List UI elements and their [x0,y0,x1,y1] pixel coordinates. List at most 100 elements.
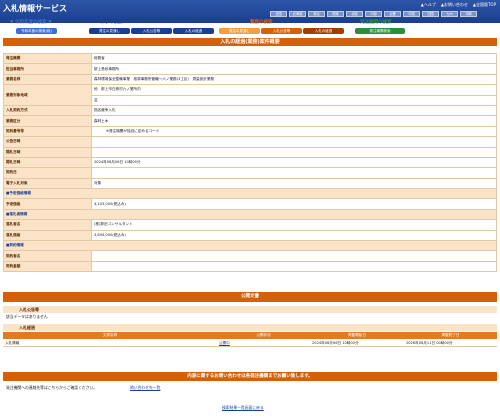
field-row: 発注機関 総務省 [3,52,497,65]
field-label: 担当事務所 [3,63,92,75]
contact-text: 発注機関への連絡先等はこちらからご確認ください。 [6,385,98,390]
field-row: 契約金額 [3,260,497,273]
doc-end: 2026年06月11日 00時00分 [406,341,453,345]
field-row: 業務対象地域他 那上市白鳥村六ノ業所内 [3,84,497,106]
field-label: 入札契約方式 [3,104,92,117]
field-value: 3,894,000(税込み) [91,229,497,242]
field-value [91,136,497,148]
field-row: 落札者名 (株)那旧コンサルタント [3,219,497,231]
contact-band: 内容に関するお問い合わせは各発注機関までお願い致します。 [3,372,497,381]
field-label: 開札日時 [3,156,92,169]
contract-section-title: ■契約情報 [3,240,497,252]
agency-search-button[interactable]: 発注機関検索 [355,28,405,34]
field-label: 落札者名 [3,219,92,231]
region-hokkaido[interactable]: 北海道 [289,11,306,17]
works-outlook-button[interactable]: 発注の見通し [89,28,130,34]
field-value [91,167,497,179]
field-row: 落札価格 3,894,000(税込み) [3,229,497,242]
docs-table-header: 文書名称 公開状況 掲載開始日 掲載終了日 [3,332,497,339]
col-status: 公開状況 [256,333,271,337]
works-notice-button[interactable]: 入札公告等 [131,28,172,34]
winner-section-title: ■落札者情報 [3,208,497,221]
field-value: 芸 [91,94,497,106]
field-label: 契約日 [3,167,92,179]
field-value [91,260,497,273]
works-progress-button[interactable]: 入札の経過 [173,28,214,34]
budget-section-title: ■予定価格情報 [3,188,497,200]
field-value: 対象 [91,177,497,190]
region-zenkoku[interactable]: 全国 [270,11,287,17]
field-label: 業務名称 [3,73,92,86]
field-label: 開札日時 [3,146,92,158]
col-end: 掲載終了日 [441,333,460,337]
region-okinawa[interactable]: 沖縄 [460,11,477,17]
section-row: ■予定価格情報 [3,188,497,200]
field-label: 契約金額 [3,260,92,273]
col-doc-name: 文書名称 [102,333,118,337]
national-top-link[interactable]: ▲全国版TOP [473,2,496,8]
table-row: 入札情報 公開中 2024年06月06日 10時00分 2026年06月11日 … [3,340,497,347]
nav-group-services-title: 業務の検索 [250,20,273,25]
field-row: 契約番号等 ※発注機関が独自に定めるコード [3,125,497,138]
field-value: 総務省 [91,52,497,65]
region-tohoku[interactable]: 東北 [308,11,325,17]
region-kinki[interactable]: 近畿 [384,11,401,17]
field-value: 指名競争入札 [91,104,497,117]
field-label: 公告日時 [3,136,92,148]
field-row: 予定価格 4,103,000(税込み) [3,198,497,210]
docs-progress-label: 入札経過 [3,324,497,331]
field-label: 電子入札対象 [3,177,92,190]
contact-list-link[interactable]: 問い合わせ先一覧 [130,385,160,391]
region-kyushu[interactable]: 九州 [441,11,458,17]
region-shikoku[interactable]: 四国 [422,11,439,17]
field-value: ※発注機関が独自に定めるコード [91,125,497,138]
back-to-results-link[interactable]: 検索結果一覧画面に戻る [222,405,264,411]
region-hokuriku[interactable]: 北陸 [346,11,363,17]
docs-notice-empty: 該当データはありません [6,314,48,319]
field-value [91,250,497,262]
region-kanto[interactable]: 関東 [327,11,344,17]
section-row: ■契約情報 [3,240,497,252]
field-value: 2024年06月06日 10時00分 [91,156,497,169]
site-title: 入札情報サービス [3,4,67,13]
doc-status-link[interactable]: 公開中 [217,340,310,346]
services-progress-button[interactable]: 入札の経過 [303,28,344,34]
docs-band: 公開文書 [3,292,497,302]
field-row: 開札日時 2024年06月06日 10時00分 [3,156,497,169]
field-label: 予定価格 [3,198,92,210]
field-label: 契約者名 [3,250,92,262]
field-row: 公告日時 [3,136,497,148]
region-chubu[interactable]: 中部 [365,11,382,17]
services-outlook-button[interactable]: 発注の見通し [219,28,260,34]
field-label: 落札価格 [3,229,92,242]
help-link[interactable]: ▲ヘルプ [421,2,436,8]
field-row: 電子入札対象 対象 [3,177,497,190]
region-chugoku[interactable]: 中国 [403,11,420,17]
field-row: 契約者名 [3,250,497,262]
reiwa-search-button[interactable]: 令和年度の検索(総) [16,28,57,34]
doc-name: 入札情報 [5,341,20,345]
detail-table: 発注機関 総務省 担当事務所 那上島砂事務所 業務名称 森林環境保全整備事業 桧原事務… [3,52,497,273]
field-label: 業務対象地域 [3,84,92,106]
utility-links: ▲ヘルプ ▲お問い合わせ ▲全国版TOP [421,2,496,8]
section-row: ■落札者情報 [3,208,497,221]
page-title: 入札の経過(業務)案件概要 [3,38,497,46]
field-value: 森林環境保全整備事業 桧原事務所管轄～六ノ業務(3工区) 測量設計業務 [91,73,497,86]
nav-group-works-title: 工事の検索 [100,20,123,25]
field-value: (株)那旧コンサルタント [91,219,497,231]
field-label: 業務区分 [3,115,92,127]
docs-notice-label: 入札公告等 [3,306,497,313]
services-notice-button[interactable]: 入札公告等 [261,28,302,34]
field-label: 発注機関 [3,52,92,65]
field-value: 4,103,000(税込み) [91,198,497,210]
field-value: 他 那上市白鳥村六ノ業所内 [91,84,497,96]
field-value: 森林土木 [91,115,497,127]
region-tabs: 全国 北海道 東北 関東 北陸 中部 近畿 中国 四国 九州 沖縄 [270,11,477,17]
nav-group-reiwa-title: ▼ 令和年度の検索 ▼ [10,20,52,25]
field-row: 業務名称 森林環境保全整備事業 桧原事務所管轄～六ノ業務(3工区) 測量設計業務 [3,73,497,86]
doc-start: 2024年06月06日 10時00分 [312,341,359,345]
nav-group-agency-title: 発注機関の検索 [360,20,392,25]
field-row: 契約日 [3,167,497,179]
field-row: 入札契約方式 指名競争入札 [3,104,497,117]
contact-link[interactable]: ▲お問い合わせ [441,2,468,8]
